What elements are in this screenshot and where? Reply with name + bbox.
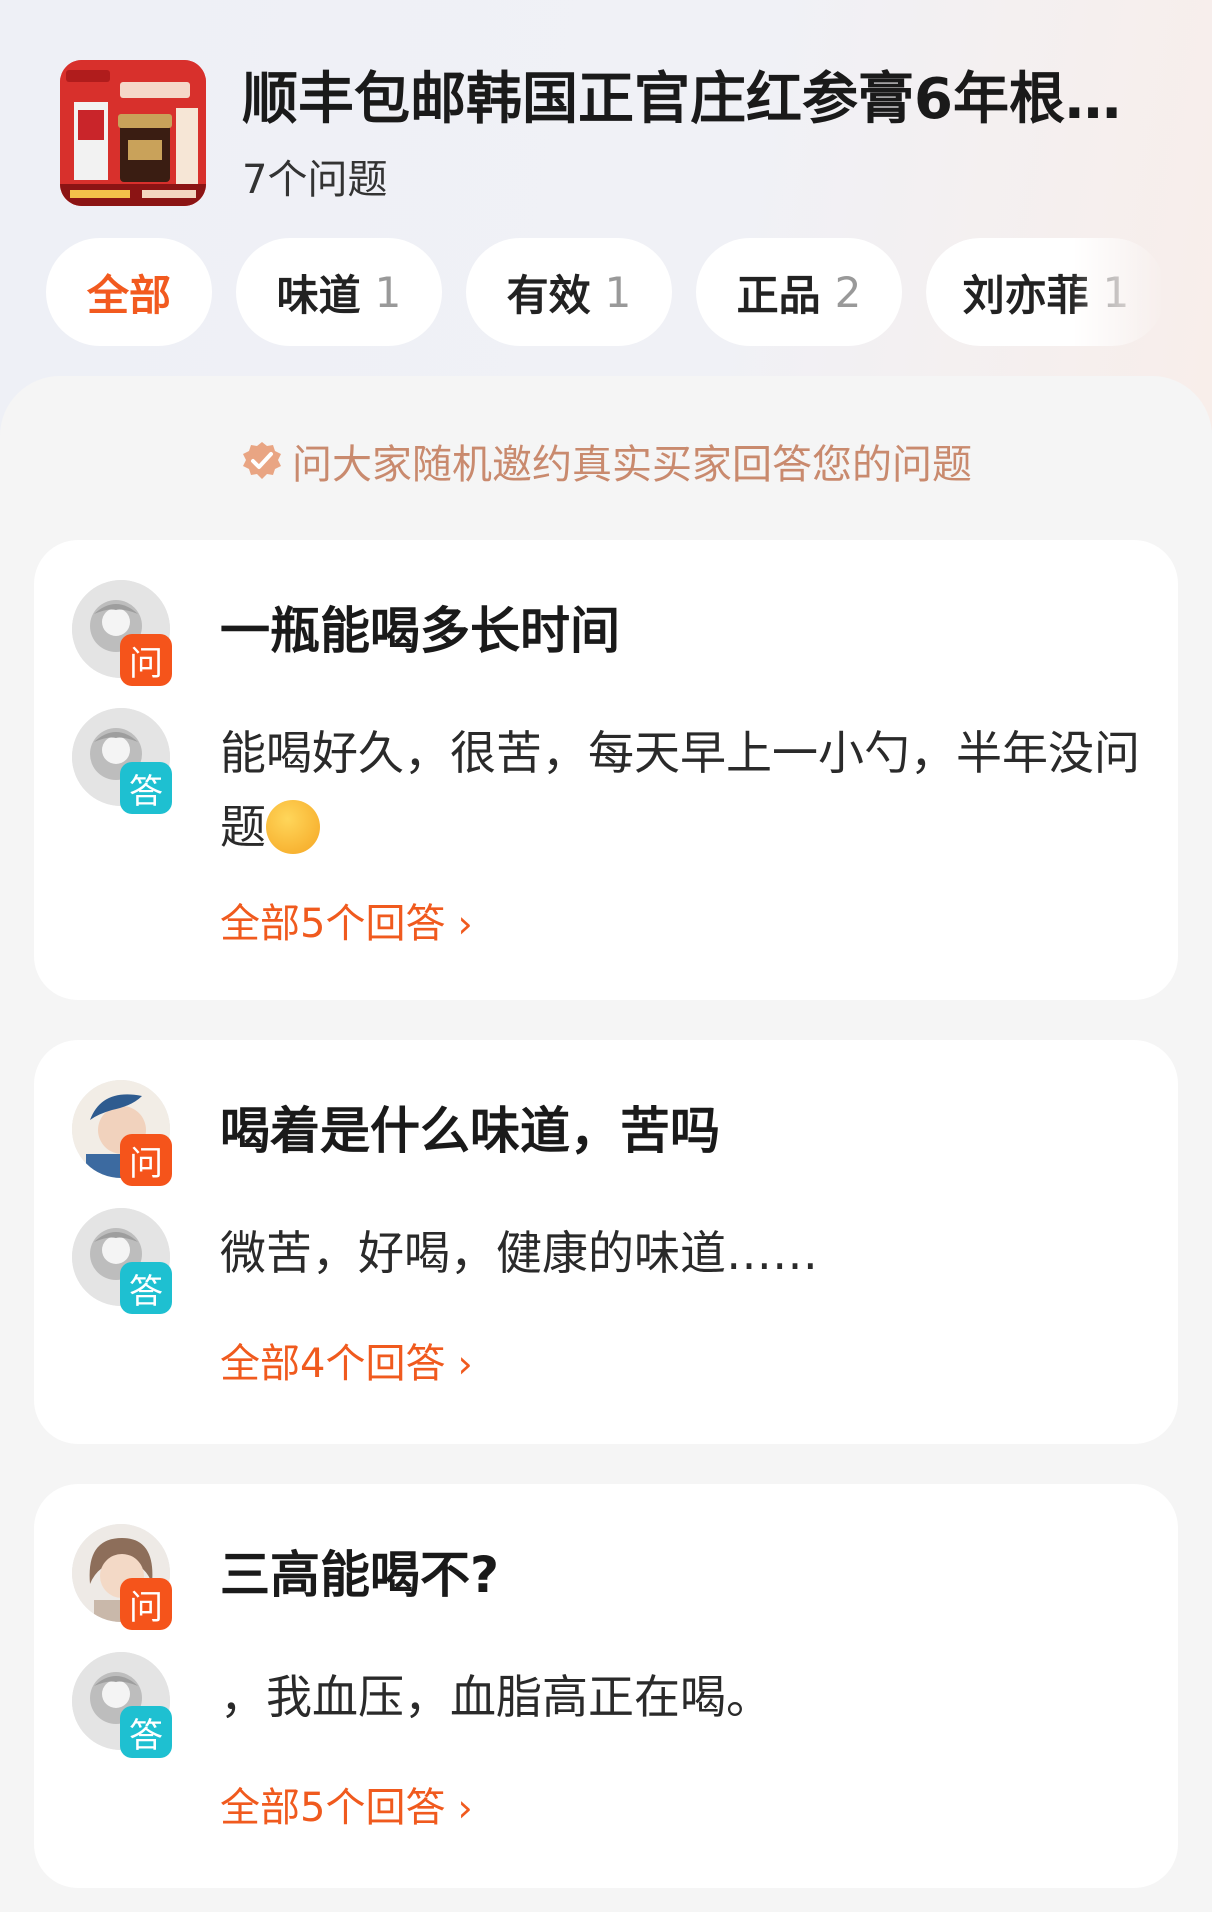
tab-count: 1: [1102, 267, 1130, 317]
tab-effective[interactable]: 有效 1: [466, 238, 672, 346]
all-answers-label: 全部5个回答: [220, 1785, 446, 1831]
product-header[interactable]: 顺丰包邮韩国正官庄红参膏6年根高... 7个问题: [0, 0, 1212, 230]
tab-liu-yifei[interactable]: 刘亦菲 1: [926, 238, 1166, 346]
tab-all[interactable]: 全部: [46, 238, 212, 346]
tab-count: 2: [834, 267, 862, 317]
tab-genuine[interactable]: 正品 2: [696, 238, 902, 346]
chevron-right-icon: ›: [457, 1342, 473, 1386]
qa-card[interactable]: 问 喝着是什么味道，苦吗 答 微苦，好喝，健康的味道…… 全部4个回答 ›: [34, 1040, 1178, 1444]
question-text[interactable]: 三高能喝不?: [220, 1540, 499, 1610]
answer-content: 能喝好久，很苦，每天早上一小勺，半年没问题: [220, 726, 1140, 854]
answer-text: 微苦，好喝，健康的味道……: [220, 1226, 818, 1280]
tab-label: 正品: [736, 270, 821, 320]
qa-panel: 问大家随机邀约真实买家回答您的问题 问 一瓶能喝多长时间 答 能喝好久，很苦，每…: [0, 376, 1212, 1912]
answer-tag: 答: [120, 1706, 172, 1758]
product-title[interactable]: 顺丰包邮韩国正官庄红参膏6年根高...: [242, 62, 1162, 138]
tab-count: 1: [374, 267, 402, 317]
tab-label: 味道: [276, 270, 361, 320]
all-answers-link[interactable]: 全部4个回答 ›: [220, 1336, 473, 1392]
answer-text: ，我血压，血脂高正在喝。: [220, 1670, 772, 1724]
answer-text: 能喝好久，很苦，每天早上一小勺，半年没问题: [220, 716, 1160, 864]
answer-tag: 答: [120, 762, 172, 814]
filter-tabs: 全部 味道 1 有效 1 正品 2 刘亦菲 1: [46, 238, 1212, 348]
question-tag: 问: [120, 634, 172, 686]
question-count: 7个问题: [242, 157, 388, 203]
all-answers-label: 全部4个回答: [220, 1341, 446, 1387]
all-answers-link[interactable]: 全部5个回答 ›: [220, 896, 473, 952]
question-tag: 问: [120, 1134, 172, 1186]
verified-badge-icon: [243, 442, 281, 479]
qa-card[interactable]: 问 三高能喝不? 答 ，我血压，血脂高正在喝。 全部5个回答 ›: [34, 1484, 1178, 1888]
notice-text: 问大家随机邀约真实买家回答您的问题: [292, 442, 972, 488]
tab-label: 有效: [506, 270, 591, 320]
tab-taste[interactable]: 味道 1: [236, 238, 442, 346]
tab-label: 全部: [86, 270, 171, 320]
tab-count: 1: [604, 267, 632, 317]
question-tag: 问: [120, 1578, 172, 1630]
smile-emoji-icon: [266, 799, 320, 854]
chevron-right-icon: ›: [457, 902, 473, 946]
qa-card[interactable]: 问 一瓶能喝多长时间 答 能喝好久，很苦，每天早上一小勺，半年没问题 全部5个回…: [34, 540, 1178, 1000]
all-answers-link[interactable]: 全部5个回答 ›: [220, 1780, 473, 1836]
chevron-right-icon: ›: [457, 1786, 473, 1830]
question-text[interactable]: 一瓶能喝多长时间: [220, 596, 620, 666]
all-answers-label: 全部5个回答: [220, 901, 446, 947]
tab-label: 刘亦菲: [962, 270, 1089, 320]
answer-tag: 答: [120, 1262, 172, 1314]
question-text[interactable]: 喝着是什么味道，苦吗: [220, 1096, 720, 1166]
notice-banner: 问大家随机邀约真实买家回答您的问题: [0, 432, 1212, 490]
product-thumbnail[interactable]: [60, 60, 206, 206]
